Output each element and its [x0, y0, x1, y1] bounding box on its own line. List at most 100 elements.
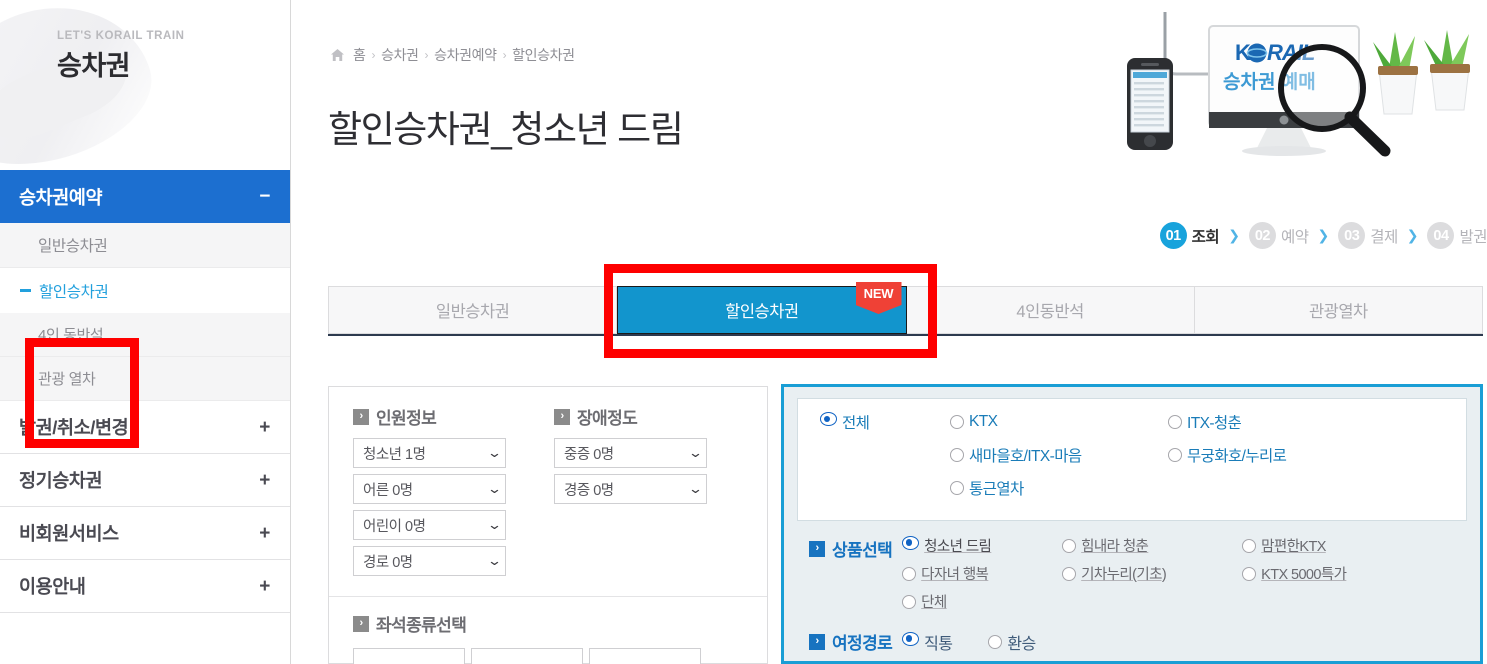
seat-type-group: › 좌석종류선택: [329, 596, 767, 664]
product-select-group: › 상품선택 청소년 드림 힘내라 청춘 맘편한KTX 다자녀 행복 기차누리(…: [797, 535, 1467, 612]
tab-discount-ticket-label: 할인승차권: [725, 303, 799, 321]
expand-plus-icon[interactable]: +: [259, 418, 270, 437]
sidebar-menu-nonmember-service[interactable]: 비회원서비스 +: [0, 507, 290, 560]
radio-train-all-label: 전체: [842, 415, 870, 432]
passenger-info-group: › 인원정보 청소년 1명 ⌄ 어른 0명 ⌄ 어린이 0명 ⌄ 경로 0명 ⌄: [353, 404, 506, 582]
sidebar-item-tour-train[interactable]: 관광 열차: [0, 357, 290, 401]
sidebar-menu-reservation[interactable]: 승차권예약 −: [0, 170, 290, 223]
step-4-issue[interactable]: 04 발권: [1427, 222, 1487, 249]
tab-four-person-seat[interactable]: 4인동반석: [906, 286, 1195, 334]
radio-dot-icon: [988, 634, 1003, 649]
radio-product-mom-ktx[interactable]: 맘편한KTX: [1242, 535, 1346, 556]
home-icon[interactable]: [330, 48, 345, 62]
radio-train-ktx-label: KTX: [969, 413, 998, 430]
select-mild-count[interactable]: 경증 0명 ⌄: [554, 474, 707, 504]
select-seat-type-3[interactable]: [589, 648, 701, 664]
radio-product-youth-dream-label: 청소년 드림: [924, 539, 992, 555]
brand-title: 승차권: [57, 51, 131, 81]
select-adult-count[interactable]: 어른 0명 ⌄: [353, 474, 506, 504]
radio-product-group[interactable]: 단체: [902, 591, 1062, 612]
radio-dot-icon: [1168, 448, 1182, 462]
chevron-down-icon: ⌄: [687, 481, 703, 496]
main-content: 홈 › 승차권 › 승차권예약 › 할인승차권 할인승차권_청소년 드림 K R…: [291, 0, 1487, 664]
arrow-right-icon: ›: [353, 615, 369, 632]
radio-train-itx-cheongchun[interactable]: ITX-청춘: [1168, 411, 1456, 433]
train-type-group: 전체 KTX ITX-청춘 새마을호/ITX-마음 무궁화호/누리로 통근열차: [797, 398, 1467, 521]
breadcrumb-item-discount[interactable]: 할인승차권: [512, 45, 575, 65]
radio-route-transfer[interactable]: 환승: [988, 630, 1036, 654]
select-severe-count[interactable]: 중증 0명 ⌄: [554, 438, 707, 468]
radio-train-saemaul-itx-maum-label: 새마을호/ITX-마음: [969, 448, 1082, 465]
chevron-right-icon: ❯: [1228, 227, 1240, 243]
radio-product-youth-dream[interactable]: 청소년 드림: [902, 535, 1062, 556]
radio-product-cheer-youth[interactable]: 힘내라 청춘: [1062, 535, 1242, 556]
sidebar-item-general-ticket-label: 일반승차권: [38, 238, 108, 255]
step-4-number: 04: [1427, 222, 1455, 249]
expand-plus-icon[interactable]: +: [259, 577, 270, 596]
route-select-group: › 여정경로 직통 환승: [797, 629, 1467, 654]
select-youth-count[interactable]: 청소년 1명 ⌄: [353, 438, 506, 468]
chevron-down-icon: ⌄: [486, 553, 502, 568]
chevron-right-icon: ›: [502, 48, 507, 62]
radio-product-ktx-5000[interactable]: KTX 5000특가: [1242, 563, 1347, 584]
step-1-inquiry[interactable]: 01 조회: [1159, 222, 1220, 249]
radio-product-train-nuri-label: 기차누리(기초): [1081, 567, 1167, 583]
step-2-label: 예약: [1280, 228, 1309, 246]
chevron-right-icon: ›: [371, 48, 376, 62]
chevron-right-icon: ❯: [1406, 227, 1419, 243]
step-3-label: 결제: [1370, 228, 1398, 246]
tab-general-ticket[interactable]: 일반승차권: [328, 286, 618, 334]
radio-train-commuter[interactable]: 통근열차: [950, 477, 1168, 499]
radio-train-itx-cheongchun-label: ITX-청춘: [1187, 415, 1242, 432]
step-3-number: 03: [1338, 222, 1366, 249]
radio-train-mugunghwa-nuriro[interactable]: 무궁화호/누리로: [1168, 444, 1456, 466]
step-1-number: 01: [1159, 222, 1187, 249]
tab-four-person-seat-label: 4인동반석: [1016, 303, 1084, 321]
select-seat-type-2[interactable]: [471, 648, 583, 664]
sidebar-item-discount-ticket[interactable]: 할인승차권: [0, 268, 290, 313]
sidebar-menu-issue-cancel-change[interactable]: 발권/취소/변경 +: [0, 401, 290, 454]
sidebar-item-general-ticket[interactable]: 일반승차권: [0, 223, 290, 268]
collapse-minus-icon[interactable]: −: [259, 187, 270, 206]
tab-discount-ticket[interactable]: 할인승차권 NEW: [617, 282, 907, 334]
radio-route-direct-label: 직통: [924, 635, 953, 653]
tab-tour-train[interactable]: 관광열차: [1194, 286, 1483, 334]
search-options-panel: 전체 KTX ITX-청춘 새마을호/ITX-마음 무궁화호/누리로 통근열차 …: [781, 384, 1483, 664]
chevron-down-icon: ⌄: [486, 445, 502, 460]
step-2-reservation[interactable]: 02 예약: [1248, 222, 1309, 249]
step-2-number: 02: [1248, 222, 1276, 249]
select-seat-type-1[interactable]: [353, 648, 465, 664]
tab-tour-train-label: 관광열차: [1309, 303, 1368, 321]
breadcrumb-item-home[interactable]: 홈: [353, 45, 366, 65]
radio-product-train-nuri[interactable]: 기차누리(기초): [1062, 563, 1242, 584]
seat-type-label: 좌석종류선택: [376, 616, 467, 635]
sidebar-menu-commuter-pass[interactable]: 정기승차권 +: [0, 454, 290, 507]
radio-route-direct[interactable]: 직통: [902, 630, 953, 654]
breadcrumb-item-ticket[interactable]: 승차권: [381, 45, 419, 65]
select-child-count[interactable]: 어린이 0명 ⌄: [353, 510, 506, 540]
radio-train-ktx[interactable]: KTX: [950, 411, 1168, 433]
select-senior-count[interactable]: 경로 0명 ⌄: [353, 546, 506, 576]
sidebar-menu-reservation-label: 승차권예약: [19, 186, 103, 208]
radio-dot-icon: [950, 448, 964, 462]
radio-train-commuter-label: 통근열차: [969, 481, 1024, 498]
arrow-right-icon: ›: [353, 408, 369, 425]
radio-product-multichild[interactable]: 다자녀 행복: [902, 563, 1062, 584]
select-senior-count-value: 경로 0명: [363, 554, 413, 571]
sidebar-item-four-seat-label: 4인 동반석: [38, 327, 104, 344]
radio-train-saemaul-itx-maum[interactable]: 새마을호/ITX-마음: [950, 444, 1168, 466]
banner-illustration: K RAIL 승차권 예매: [1117, 8, 1487, 176]
select-mild-count-value: 경증 0명: [564, 482, 614, 499]
chevron-down-icon: ⌄: [687, 445, 703, 460]
sidebar-menu-user-guide[interactable]: 이용안내 +: [0, 560, 290, 613]
radio-dot-icon: [950, 481, 964, 495]
expand-plus-icon[interactable]: +: [259, 524, 270, 543]
step-3-payment[interactable]: 03 결제: [1338, 222, 1398, 249]
breadcrumb-item-reservation[interactable]: 승차권예약: [434, 45, 497, 65]
sidebar-item-four-seat[interactable]: 4인 동반석: [0, 313, 290, 357]
radio-train-all[interactable]: 전체: [820, 411, 950, 433]
expand-plus-icon[interactable]: +: [259, 471, 270, 490]
